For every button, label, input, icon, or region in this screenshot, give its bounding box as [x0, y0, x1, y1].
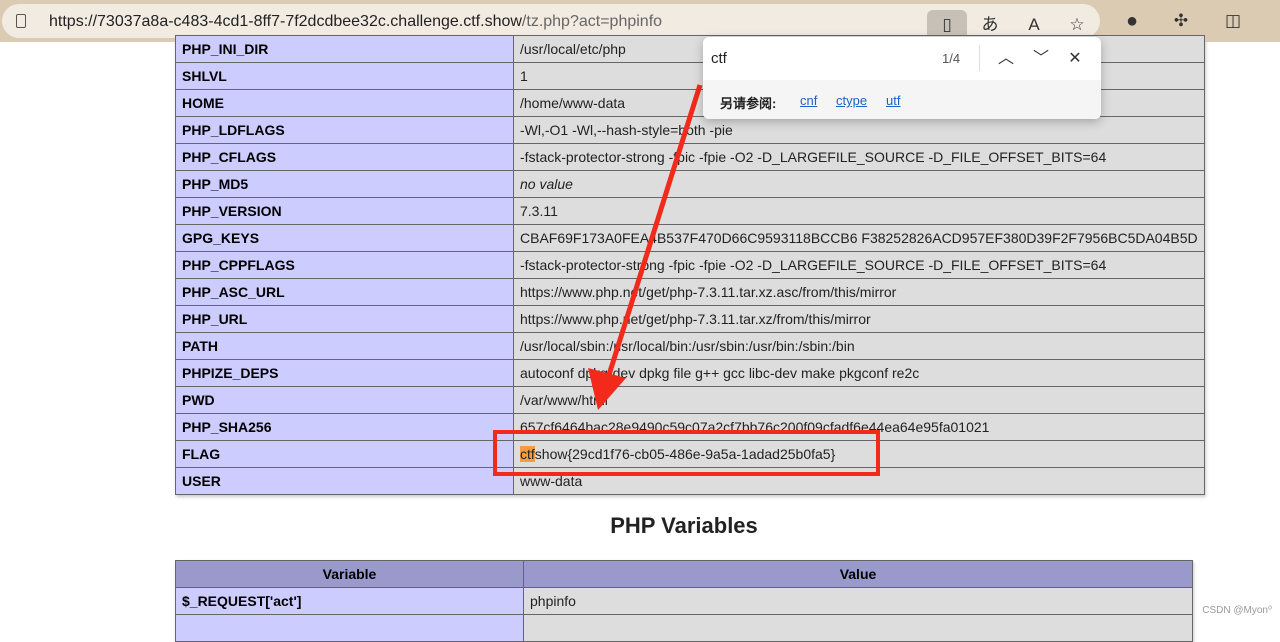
find-bar: ctf 1/4 ︿ ﹀ ✕ 另请参阅: cnf ctype utf	[703, 37, 1101, 119]
find-input[interactable]: ctf	[711, 50, 727, 67]
next-match-icon[interactable]: ﹀	[1027, 45, 1055, 73]
see-also-label: 另请参阅:	[720, 96, 777, 111]
suggestion-link[interactable]: ctype	[836, 93, 867, 108]
close-icon[interactable]: ✕	[1061, 45, 1089, 73]
watermark: CSDN @Myon⁰	[1202, 605, 1272, 616]
previous-match-icon[interactable]: ︿	[992, 45, 1020, 73]
suggestion-link[interactable]: utf	[886, 93, 900, 108]
match-count: 1/4	[942, 51, 961, 66]
suggestion-link[interactable]: cnf	[800, 93, 817, 108]
